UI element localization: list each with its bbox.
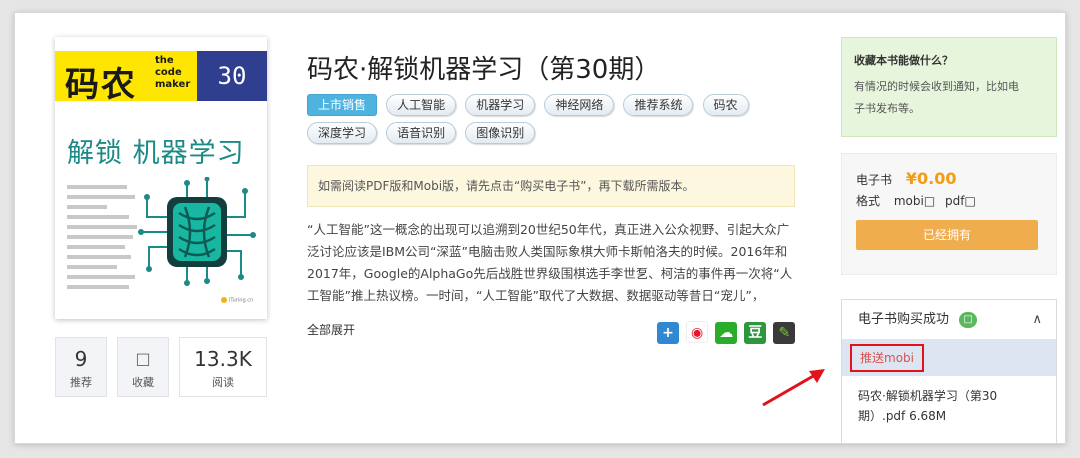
wechat-icon[interactable]: ☁ (715, 322, 738, 344)
cover-sub-line: maker (155, 79, 191, 90)
cover-issue-number: 30 (197, 51, 267, 101)
format-label: 格式 (856, 194, 881, 208)
push-row: 推送mobi (842, 340, 1056, 376)
favorite-button[interactable]: □ 收藏 (117, 337, 169, 397)
sale-status-tag: 上市销售 (307, 94, 378, 116)
description-line: “人工智能”这一概念的出现可以追溯到20世纪50年代，真正进入公众视野、引起大众… (307, 222, 790, 237)
favorite-label: 收藏 (132, 376, 154, 389)
annotation-arrow-icon (762, 369, 825, 407)
favorite-icon: □ (135, 349, 151, 368)
book-description: “人工智能”这一概念的出现可以追溯到20世纪50年代，真正进入公众视野、引起大众… (307, 219, 795, 307)
tag-link[interactable]: 机器学习 (465, 94, 536, 116)
cover-title: 解锁 机器学习 (67, 138, 245, 169)
cover-brand: 码农 (65, 65, 137, 105)
tag-link[interactable]: 推荐系统 (623, 94, 694, 116)
cover-publisher-label: iTuring.cn (229, 297, 254, 304)
tag-link[interactable]: 图像识别 (465, 122, 536, 144)
file-name-line: 期）.pdf 6.68M (858, 409, 947, 423)
ebook-purchase-panel: 电子书 ¥0.00 格式 mobi□ pdf□ 已经拥有 (841, 153, 1057, 275)
read-count-label: 阅读 (212, 376, 234, 389)
tag-link[interactable]: 语音识别 (386, 122, 457, 144)
success-badge: □ (959, 311, 978, 328)
tag-list: 上市销售 人工智能 机器学习 神经网络 推荐系统 码农 深度学习 语音识别 图像… (307, 94, 807, 150)
circuit-chip-icon (138, 177, 256, 286)
recommend-button[interactable]: 9 推荐 (55, 337, 107, 397)
format-pdf: pdf□ (945, 194, 976, 208)
already-owned-button[interactable]: 已经拥有 (856, 220, 1038, 250)
ebook-price: ¥0.00 (905, 169, 957, 188)
hint-body-line: 子书发布等。 (854, 102, 920, 115)
purchase-success-label: 电子书购买成功 (858, 312, 950, 327)
purchase-success-header[interactable]: 电子书购买成功 □ ∧ (842, 300, 1056, 340)
read-count-value: 13.3K (194, 347, 252, 371)
book-cover[interactable]: 码农 the code maker 30 解锁 机器学习 iTuring.cn (55, 37, 267, 319)
douban-icon[interactable]: 豆 (744, 322, 767, 344)
page-title: 码农·解锁机器学习（第30期） (307, 55, 661, 85)
tag-link[interactable]: 神经网络 (544, 94, 615, 116)
favorite-hint-panel: 收藏本书能做什么？ 有情况的时候会收到通知，比如电 子书发布等。 (841, 37, 1057, 137)
description-line: 工智能”推上热议榜。一时间，“人工智能”取代了大数据、数据驱动等昔日“宠儿”， (307, 288, 765, 303)
hint-title: 收藏本书能做什么？ (854, 54, 953, 67)
cover-publisher: iTuring.cn (221, 297, 253, 304)
format-row: 格式 mobi□ pdf□ (856, 190, 1042, 212)
share-bar: + ◉ ☁ 豆 ✎ (657, 321, 797, 344)
screenshot-frame: 码农 the code maker 30 解锁 机器学习 iTuring.cn … (14, 12, 1066, 444)
chevron-up-icon[interactable]: ∧ (1032, 300, 1042, 340)
read-count: 13.3K 阅读 (179, 337, 267, 397)
push-mobi-button[interactable]: 推送mobi (850, 344, 924, 372)
ebook-label: 电子书 (856, 173, 893, 187)
recommend-count: 9 (74, 347, 88, 371)
tag-link[interactable]: 深度学习 (307, 122, 378, 144)
tag-link[interactable]: 码农 (702, 94, 749, 116)
format-mobi: mobi□ (893, 194, 936, 208)
recommend-label: 推荐 (70, 376, 92, 389)
cover-toc-lines (67, 185, 137, 295)
tag-link[interactable]: 人工智能 (386, 94, 457, 116)
description-line: 2017年，Google的AlphaGo先后战胜世界级围棋选手李世乭、柯洁的事件… (307, 266, 793, 281)
hint-body-line: 有情况的时候会收到通知，比如电 (854, 80, 1019, 93)
download-panel: 电子书购买成功 □ ∧ 推送mobi 码农·解锁机器学习（第30 期）.pdf … (841, 299, 1057, 443)
cover-sub-line: the (155, 55, 174, 66)
purchase-notice: 如需阅读PDF版和Mobi版，请先点击“购买电子书”，再下载所需版本。 (307, 165, 795, 207)
cover-subtitle: the code maker (155, 55, 199, 91)
file-name-line: 码农·解锁机器学习（第30 (858, 389, 998, 403)
price-row: 电子书 ¥0.00 (856, 168, 1042, 190)
evernote-icon[interactable]: ✎ (773, 322, 796, 344)
plus-share-icon[interactable]: + (657, 322, 679, 344)
publisher-logo-icon (221, 297, 227, 303)
cover-sub-line: code (155, 67, 182, 78)
expand-all-link[interactable]: 全部展开 (307, 321, 355, 338)
pdf-download-link[interactable]: 码农·解锁机器学习（第30 期）.pdf 6.68M (842, 376, 1056, 436)
description-line: 泛讨论应该是IBM公司“深蓝”电脑击败人类国际象棋大师卡斯帕洛夫的时候。2016… (307, 244, 788, 259)
weibo-icon[interactable]: ◉ (686, 321, 709, 343)
